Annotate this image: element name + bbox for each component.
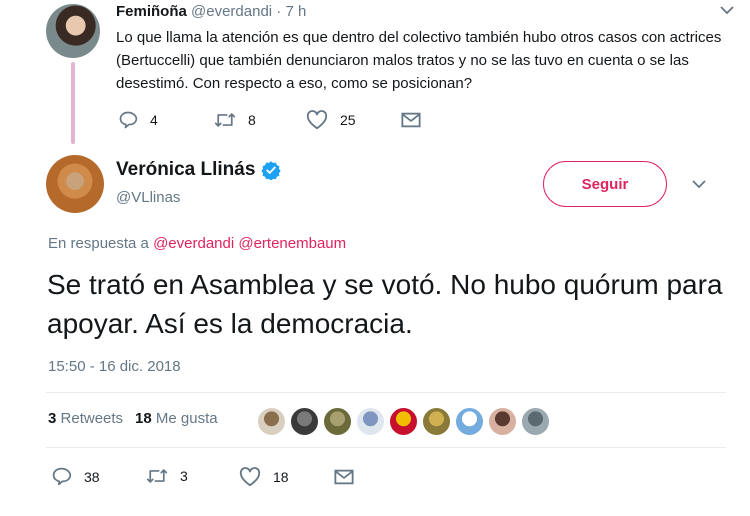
parent-tweet-header: Femiñoña @everdandi · 7 h <box>116 3 306 20</box>
retweets-count: 3 <box>48 410 57 427</box>
parent-display-name[interactable]: Femiñoña <box>116 3 187 20</box>
divider <box>46 447 726 448</box>
reply-button[interactable]: 38 <box>51 466 100 487</box>
reply-prefix: En respuesta a <box>48 235 149 252</box>
author-display-name[interactable]: Verónica Llinás <box>116 159 255 181</box>
author-avatar[interactable] <box>46 155 104 213</box>
reply-button[interactable]: 4 <box>118 110 158 130</box>
mention-link[interactable]: @ertenembaum <box>238 235 346 252</box>
retweet-button[interactable]: 3 <box>146 466 188 486</box>
engagement-stats: 3 Retweets 18 Me gusta <box>48 410 218 427</box>
header-separator: · <box>276 3 282 20</box>
liker-avatar[interactable] <box>389 407 418 436</box>
parent-time[interactable]: 7 h <box>285 3 306 20</box>
direct-message-button[interactable] <box>334 468 354 486</box>
author-handle[interactable]: @VLlinas <box>116 189 180 206</box>
heart-icon <box>239 467 261 487</box>
direct-message-button[interactable] <box>401 111 421 129</box>
liker-avatars <box>257 407 550 436</box>
envelope-icon <box>334 469 354 485</box>
like-count: 18 <box>273 469 289 485</box>
reply-count: 38 <box>84 468 100 485</box>
retweet-count: 3 <box>180 468 188 484</box>
thread-connector <box>71 62 75 144</box>
likes-count: 18 <box>135 410 152 427</box>
retweets-stat[interactable]: 3 Retweets <box>48 410 123 427</box>
liker-avatar[interactable] <box>290 407 319 436</box>
divider <box>46 392 726 393</box>
tweet-timestamp[interactable]: 15:50 - 16 dic. 2018 <box>48 358 181 375</box>
mention-link[interactable]: @everdandi <box>153 235 234 252</box>
retweet-icon <box>146 469 168 483</box>
like-button[interactable]: 18 <box>239 467 289 487</box>
follow-button[interactable]: Seguir <box>543 161 667 207</box>
retweet-icon <box>214 113 236 127</box>
reply-icon <box>119 111 138 129</box>
liker-avatar[interactable] <box>488 407 517 436</box>
like-count: 25 <box>340 112 356 128</box>
retweets-label: Retweets <box>60 410 124 427</box>
liker-avatar[interactable] <box>356 407 385 436</box>
parent-tweet-text: Lo que llama la atención es que dentro d… <box>116 29 722 92</box>
heart-icon <box>306 110 328 130</box>
like-button[interactable]: 25 <box>306 110 356 130</box>
liker-avatar[interactable] <box>422 407 451 436</box>
liker-avatar[interactable] <box>257 407 286 436</box>
retweet-button[interactable]: 8 <box>214 110 256 130</box>
envelope-icon <box>401 112 421 128</box>
liker-avatar[interactable] <box>521 407 550 436</box>
liker-avatar[interactable] <box>455 407 484 436</box>
parent-handle[interactable]: @everdandi <box>191 3 272 20</box>
chevron-down-icon[interactable] <box>720 3 734 18</box>
liker-avatar[interactable] <box>323 407 352 436</box>
retweet-count: 8 <box>248 112 256 128</box>
likes-stat[interactable]: 18 Me gusta <box>135 410 218 427</box>
author-name-row[interactable]: Verónica Llinás <box>116 159 282 181</box>
tweet-text: Se trató en Asamblea y se votó. No hubo … <box>47 269 723 339</box>
parent-avatar[interactable] <box>46 4 100 58</box>
chevron-down-icon[interactable] <box>692 177 706 192</box>
reply-context: En respuesta a @everdandi @ertenembaum <box>48 235 346 252</box>
verified-badge-icon <box>261 161 282 180</box>
reply-icon <box>52 467 72 486</box>
reply-count: 4 <box>150 112 158 128</box>
likes-label: Me gusta <box>155 410 218 427</box>
